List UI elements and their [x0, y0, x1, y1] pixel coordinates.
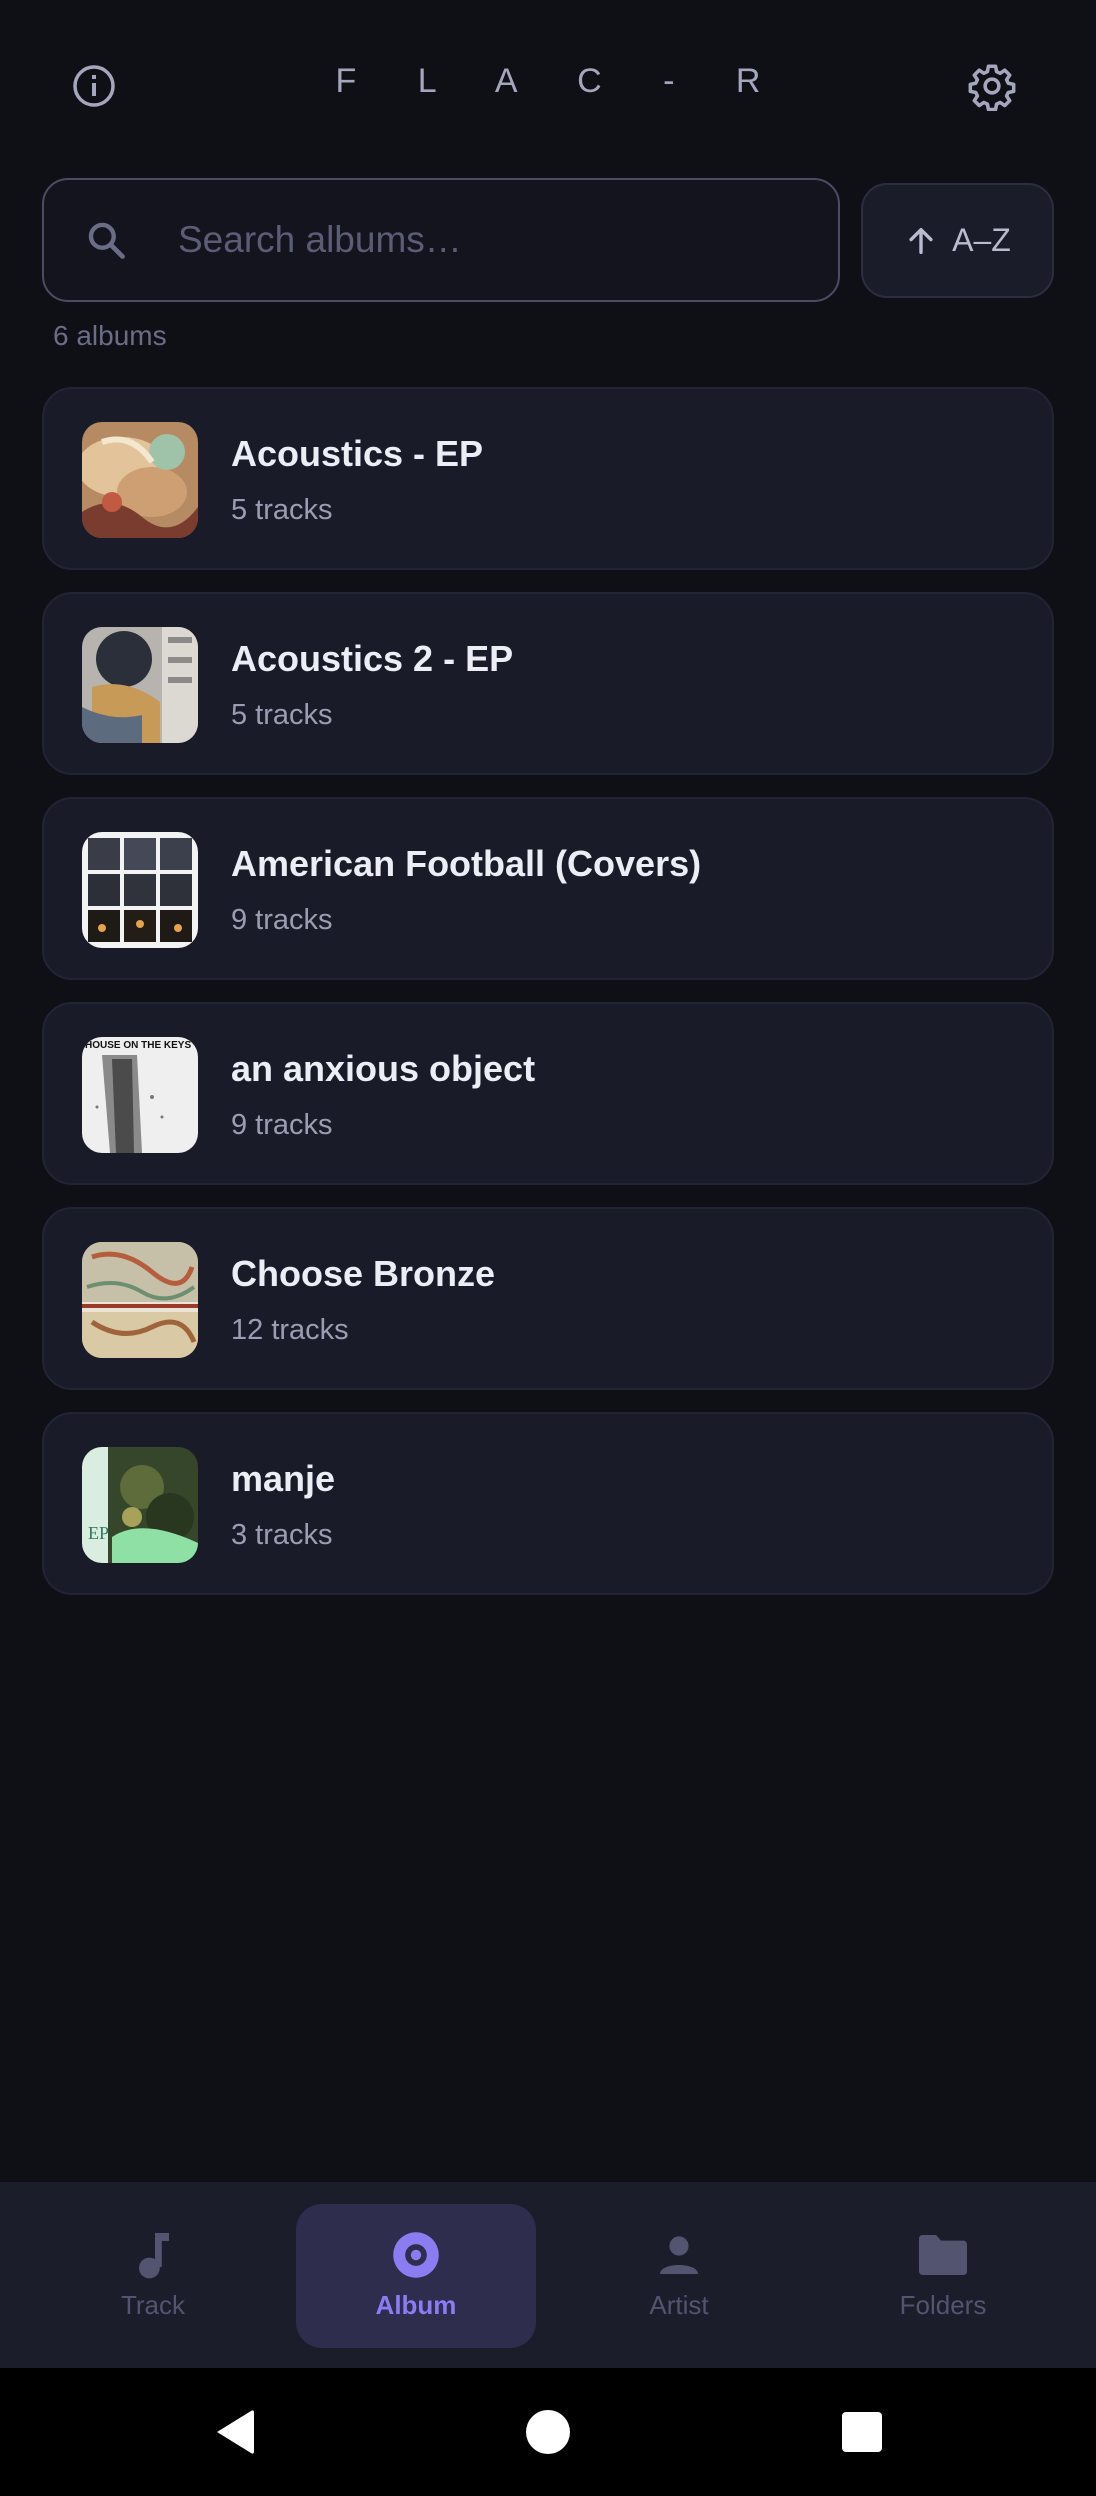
album-title: Choose Bronze: [231, 1253, 496, 1294]
album-title: manje: [231, 1458, 336, 1499]
album-list: Acoustics - EP 5 tracks Acoustics 2 - EP…: [42, 387, 1054, 1617]
top-app-bar: F L A C - R: [0, 0, 1096, 168]
album-title: American Football (Covers): [231, 843, 702, 884]
nav-label-folders: Folders: [899, 2290, 987, 2320]
app-screen: F L A C - R A–Z 6 albums: [0, 0, 1096, 2496]
nav-label-album: Album: [375, 2290, 457, 2320]
person-icon: [660, 2236, 698, 2274]
album-cover: [82, 422, 198, 538]
album-cover-text: HOUSE ON THE KEYS: [85, 1040, 191, 1051]
album-track-count: 9 tracks: [231, 1109, 333, 1141]
arrow-up-icon: [909, 227, 933, 254]
system-recents-button[interactable]: [836, 2406, 888, 2458]
back-triangle-icon: [217, 2410, 254, 2454]
nav-label-track: Track: [120, 2290, 186, 2320]
home-circle-icon: [526, 2410, 570, 2454]
album-track-count: 9 tracks: [231, 904, 333, 936]
bottom-navigation: Track Album Artist Folders: [0, 2182, 1096, 2368]
sort-label: A–Z: [952, 222, 1011, 258]
album-card[interactable]: Choose Bronze 12 tracks: [42, 1207, 1054, 1390]
album-cover: HOUSE ON THE KEYS: [82, 1037, 198, 1153]
system-navigation-bar: [0, 2368, 1096, 2496]
album-title: an anxious object: [231, 1048, 536, 1089]
album-cover: [82, 1242, 198, 1358]
album-card[interactable]: American Football (Covers) 9 tracks: [42, 797, 1054, 980]
album-card[interactable]: HOUSE ON THE KEYS an anxious object 9 tr…: [42, 1002, 1054, 1185]
system-back-button[interactable]: [208, 2406, 260, 2458]
folder-icon: [919, 2235, 967, 2275]
album-cover: [82, 832, 198, 948]
system-home-button[interactable]: [522, 2406, 574, 2458]
album-cover-text: EP: [88, 1523, 109, 1543]
album-card[interactable]: Acoustics 2 - EP 5 tracks: [42, 592, 1054, 775]
album-track-count: 5 tracks: [231, 699, 333, 731]
album-track-count: 3 tracks: [231, 1519, 333, 1551]
album-card[interactable]: Acoustics - EP 5 tracks: [42, 387, 1054, 570]
album-cover: [82, 627, 198, 743]
recents-square-icon: [842, 2412, 882, 2452]
nav-album[interactable]: Album: [296, 2204, 536, 2348]
app-title: F L A C - R: [335, 62, 787, 100]
album-cover: EP: [82, 1447, 198, 1563]
nav-folders[interactable]: Folders: [823, 2204, 1063, 2348]
album-title: Acoustics 2 - EP: [231, 638, 514, 679]
album-track-count: 12 tracks: [231, 1314, 349, 1346]
album-title: Acoustics - EP: [231, 433, 484, 474]
search-icon: [88, 222, 125, 259]
disc-icon: [393, 2232, 439, 2278]
album-card[interactable]: EP manje 3 tracks: [42, 1412, 1054, 1595]
search-input[interactable]: [178, 210, 798, 270]
nav-label-artist: Artist: [649, 2290, 709, 2320]
nav-track[interactable]: Track: [33, 2204, 273, 2348]
search-bar[interactable]: [42, 178, 840, 302]
nav-artist[interactable]: Artist: [559, 2204, 799, 2348]
album-track-count: 5 tracks: [231, 494, 333, 526]
settings-button[interactable]: [964, 58, 1020, 114]
sort-button[interactable]: A–Z: [861, 183, 1054, 298]
album-count: 6 albums: [53, 320, 167, 351]
music-note-icon: [139, 2233, 169, 2279]
gear-icon: [968, 64, 1016, 111]
